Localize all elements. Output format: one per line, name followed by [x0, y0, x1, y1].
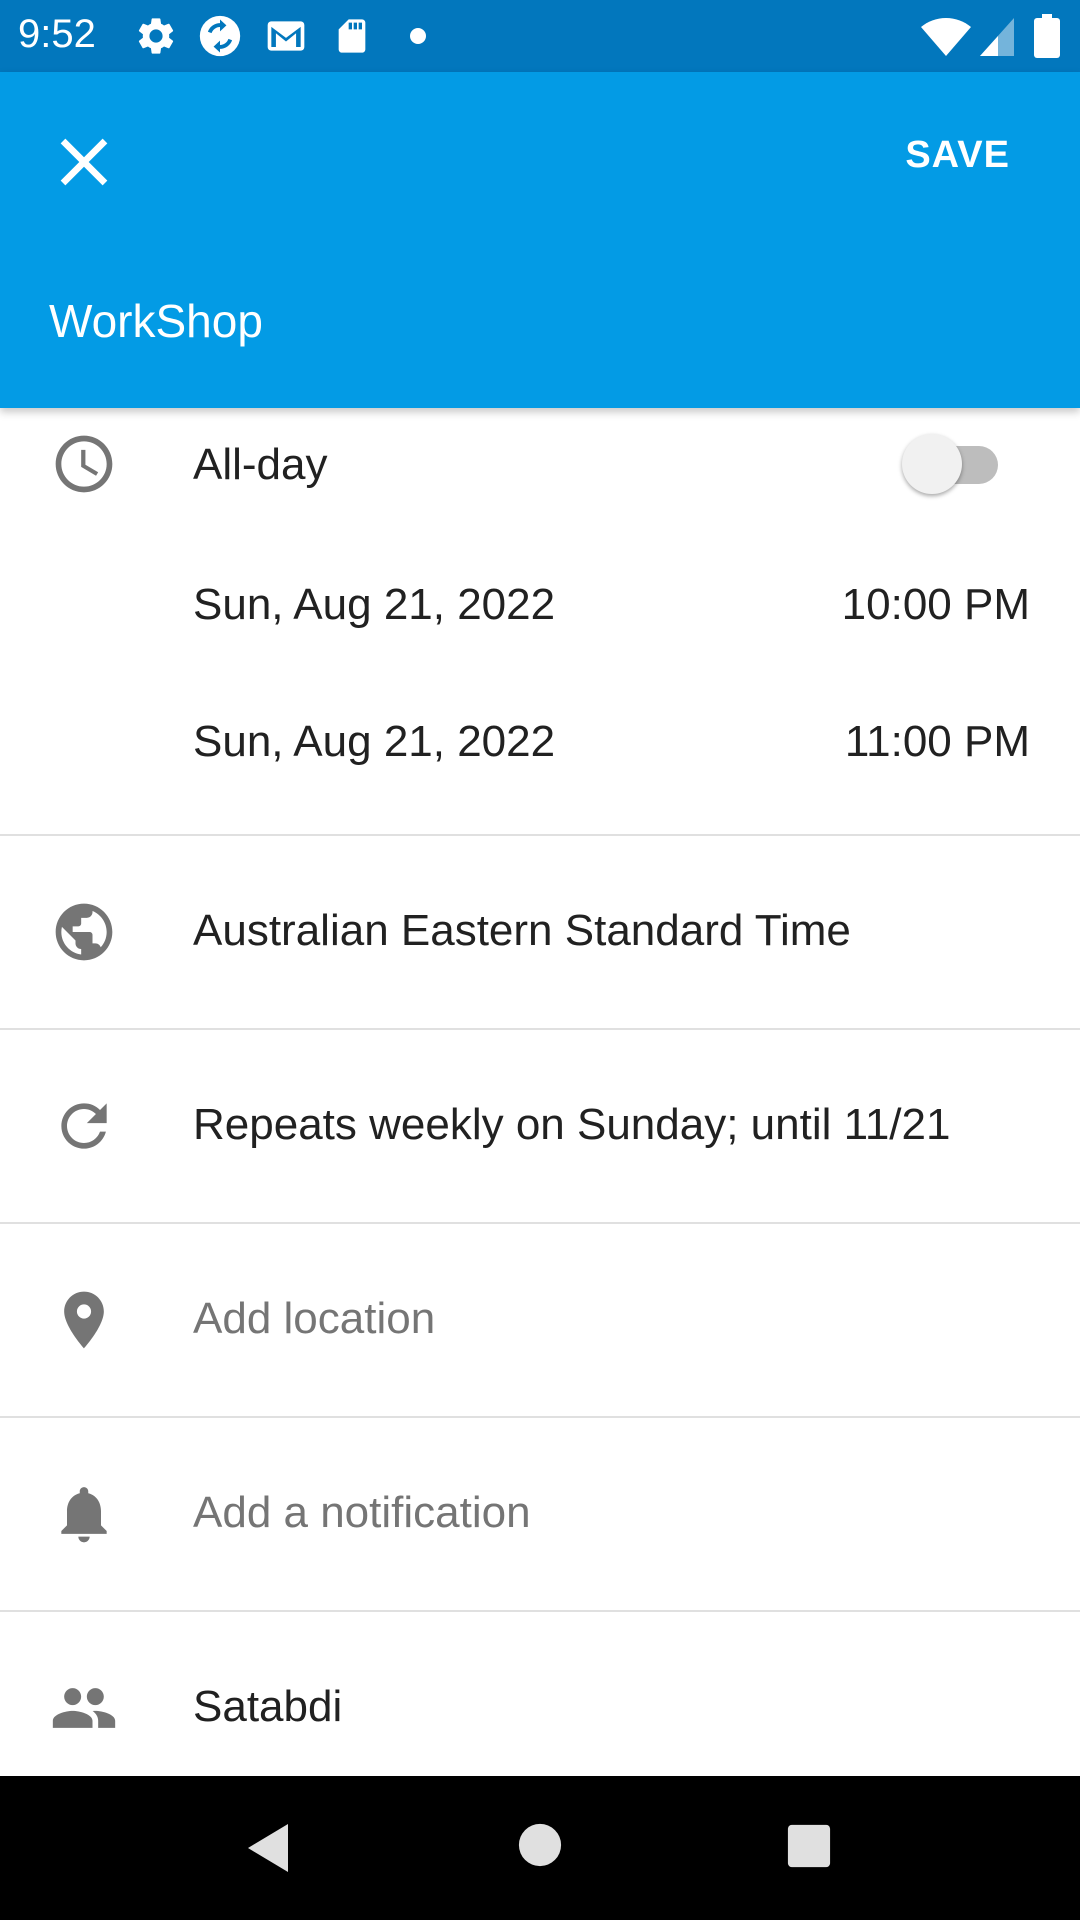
app-bar: SAVE WorkShop: [0, 72, 1080, 408]
recents-icon[interactable]: [786, 1823, 832, 1869]
event-detail-form: All-day Sun, Aug 21, 2022 10:00 PM Sun, …: [0, 408, 1080, 1776]
status-time: 9:52: [18, 12, 96, 56]
switch-thumb: [902, 434, 962, 494]
wifi-icon: [921, 18, 971, 56]
repeat-row[interactable]: Repeats weekly on Sunday; until 11/21: [0, 1030, 1080, 1222]
clock-icon: [55, 435, 113, 493]
sync-icon: [199, 15, 241, 57]
bell-icon: [61, 1487, 107, 1543]
save-button[interactable]: SAVE: [905, 134, 1010, 177]
guest-name[interactable]: Satabdi: [193, 1682, 342, 1732]
globe-icon: [55, 903, 113, 961]
gmail-icon: [267, 21, 305, 51]
battery-icon: [1034, 14, 1060, 58]
start-date[interactable]: Sun, Aug 21, 2022: [193, 580, 555, 630]
repeat-text: Repeats weekly on Sunday; until 11/21: [193, 1100, 951, 1149]
start-time[interactable]: 10:00 PM: [842, 580, 1030, 630]
notification-row[interactable]: Add a notification: [0, 1418, 1080, 1610]
back-icon[interactable]: [244, 1822, 292, 1874]
location-input[interactable]: Add location: [193, 1294, 435, 1344]
settings-icon: [138, 18, 174, 54]
end-date[interactable]: Sun, Aug 21, 2022: [193, 717, 555, 767]
navigation-bar: [0, 1776, 1080, 1920]
timezone-row[interactable]: Australian Eastern Standard Time: [0, 836, 1080, 1028]
guests-row[interactable]: Satabdi: [0, 1612, 1080, 1776]
repeat-icon: [61, 1103, 107, 1149]
end-time[interactable]: 11:00 PM: [845, 717, 1030, 767]
location-pin-icon: [64, 1291, 104, 1349]
location-row[interactable]: Add location: [0, 1224, 1080, 1416]
all-day-label: All-day: [193, 440, 328, 489]
sd-card-icon: [338, 19, 366, 53]
dot-icon: [410, 28, 426, 44]
event-title[interactable]: WorkShop: [49, 294, 263, 348]
notification-input[interactable]: Add a notification: [193, 1488, 531, 1538]
close-icon[interactable]: [44, 122, 124, 202]
timezone-text: Australian Eastern Standard Time: [193, 906, 851, 955]
cell-signal-icon: [980, 18, 1014, 56]
home-icon[interactable]: [517, 1822, 563, 1868]
status-bar: 9:52: [0, 0, 1080, 72]
all-day-row[interactable]: All-day: [0, 408, 1080, 518]
people-icon: [52, 1688, 116, 1728]
